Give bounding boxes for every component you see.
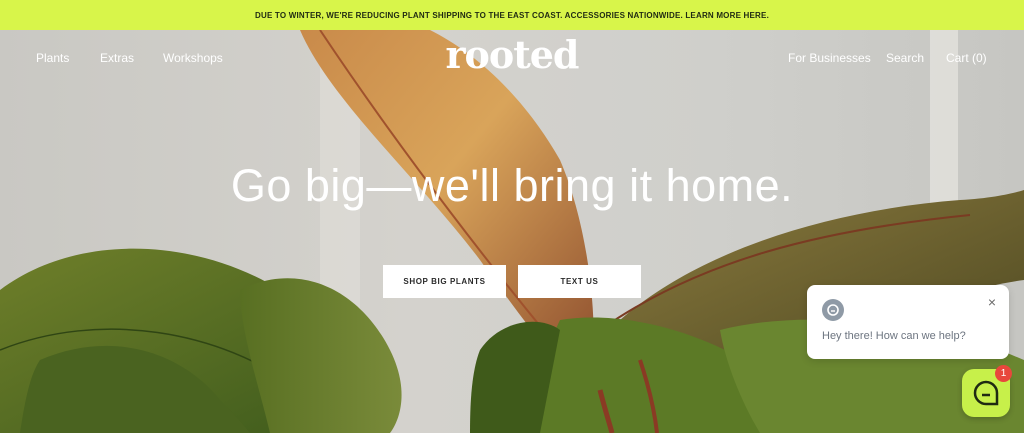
- nav-search-link[interactable]: Search: [886, 51, 924, 65]
- text-us-label: TEXT US: [560, 277, 599, 286]
- nav-cart-link[interactable]: Cart (0): [946, 51, 987, 65]
- rooted-logo[interactable]: rooted: [436, 32, 588, 77]
- hero-section: Plants Extras Workshops rooted For Busin…: [0, 30, 1024, 433]
- announcement-text[interactable]: DUE TO WINTER, WE'RE REDUCING PLANT SHIP…: [255, 11, 769, 20]
- announcement-bar[interactable]: DUE TO WINTER, WE'RE REDUCING PLANT SHIP…: [0, 0, 1024, 30]
- nav-for-businesses-link[interactable]: For Businesses: [788, 51, 871, 65]
- page: DUE TO WINTER, WE'RE REDUCING PLANT SHIP…: [0, 0, 1024, 433]
- shop-big-plants-label: SHOP BIG PLANTS: [403, 277, 486, 286]
- close-icon[interactable]: ×: [985, 295, 999, 309]
- shop-big-plants-button[interactable]: SHOP BIG PLANTS: [383, 265, 506, 298]
- chat-launcher-icon: [973, 380, 999, 406]
- hero-plant-image: [0, 30, 1024, 433]
- nav-workshops-link[interactable]: Workshops: [163, 51, 223, 65]
- nav-extras-link[interactable]: Extras: [100, 51, 134, 65]
- chat-popup[interactable]: × Hey there! How can we help?: [807, 285, 1009, 359]
- chat-avatar-icon: [822, 299, 844, 321]
- text-us-button[interactable]: TEXT US: [518, 265, 641, 298]
- chat-notification-badge: 1: [995, 365, 1012, 382]
- chat-message: Hey there! How can we help?: [822, 330, 966, 342]
- hero-headline: Go big—we'll bring it home.: [230, 160, 794, 211]
- nav-plants-link[interactable]: Plants: [36, 51, 69, 65]
